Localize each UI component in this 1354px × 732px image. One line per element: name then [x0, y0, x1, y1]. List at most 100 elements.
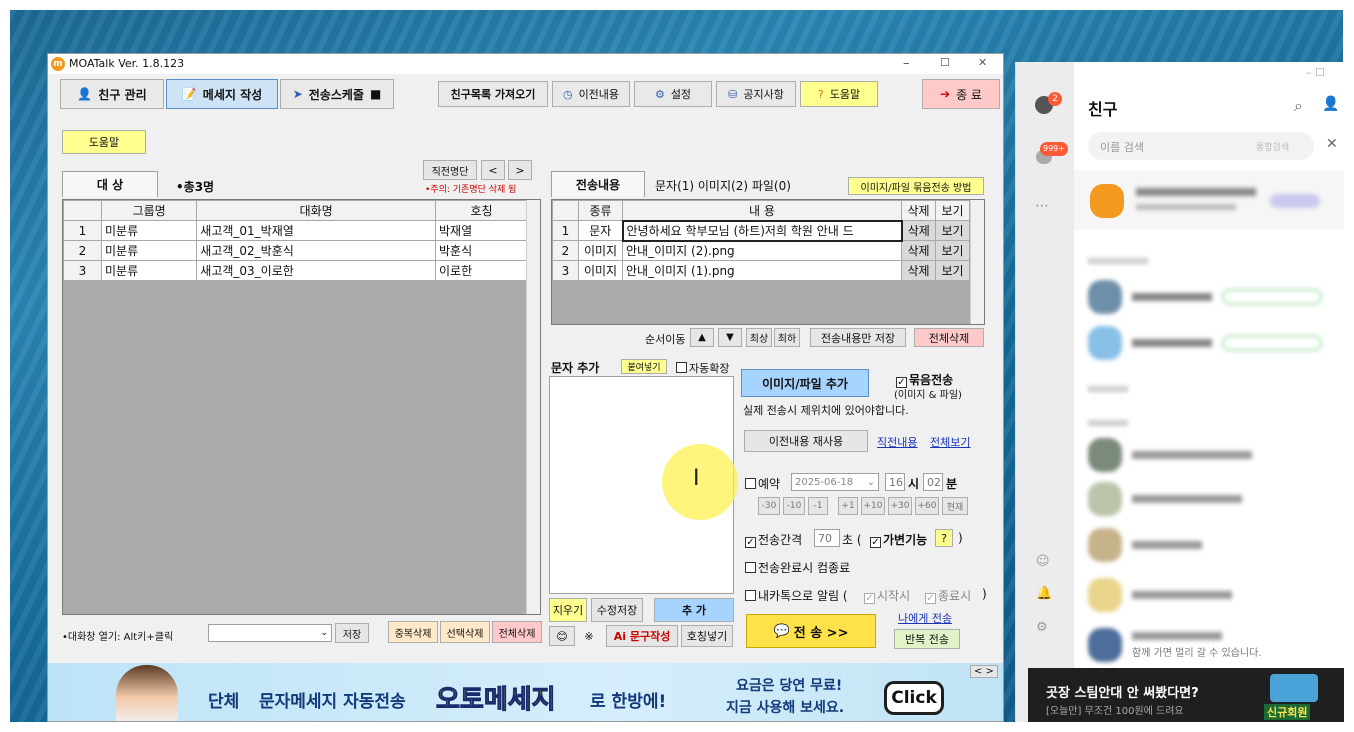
emoticon-icon[interactable]: ☺	[1036, 554, 1050, 569]
table-row[interactable]: 3 미분류 새고객_03_이로한 이로한	[63, 260, 528, 281]
offset-minus1-button[interactable]: -1	[808, 497, 828, 515]
next-arrow-button[interactable]: >	[508, 160, 532, 180]
move-bottom-button[interactable]: 최하	[774, 328, 800, 347]
minute-input[interactable]: 02	[923, 473, 943, 491]
repeat-send-button[interactable]: 반복 전송	[894, 629, 960, 649]
send-schedule-button[interactable]: ➤ 전송스케줄 ■	[280, 79, 394, 109]
offset-minus30-button[interactable]: -30	[758, 497, 780, 515]
send-to-me-link[interactable]: 나에게 전송	[898, 610, 952, 626]
friend-item[interactable]	[1088, 528, 1202, 562]
tab-counts[interactable]: 문자(1) 이미지(2) 파일(0)	[655, 177, 791, 194]
friend-item[interactable]	[1088, 280, 1322, 314]
exit-button[interactable]: ➔ 종 료	[922, 79, 1000, 109]
all-delete-button[interactable]: 전체삭제	[492, 621, 542, 643]
settings-gear-icon[interactable]: ⚙	[1036, 620, 1048, 635]
table-row[interactable]: 2 이미지 안내_이미지 (2).png 삭제 보기	[552, 240, 970, 261]
friend-item[interactable]	[1088, 578, 1232, 612]
chat-select[interactable]: ⌄	[208, 624, 332, 642]
variable-checkbox[interactable]: ✓ 가변기능	[870, 531, 927, 548]
prev-content-link[interactable]: 직전내용	[877, 434, 917, 450]
tab-target[interactable]: 대 상	[62, 171, 158, 197]
view-row-button[interactable]: 보기	[935, 240, 970, 261]
notice-button[interactable]: ⛁ 공지사항	[716, 81, 796, 107]
bundle-method-button[interactable]: 이미지/파일 묶음전송 방법	[848, 177, 984, 195]
ai-phrase-button[interactable]: Ai 문구작성	[606, 625, 678, 647]
notify-start-checkbox[interactable]: ✓ 시작시	[864, 587, 910, 604]
add-button[interactable]: 추 가	[654, 598, 734, 622]
kakao-window-controls[interactable]: – ☐	[1306, 66, 1325, 79]
move-up-button[interactable]: ▲	[690, 328, 714, 347]
close-icon[interactable]: ✕	[1326, 136, 1338, 152]
view-all-link[interactable]: 전체보기	[930, 434, 970, 450]
click-badge[interactable]: Click	[884, 681, 944, 715]
banner-nav-button[interactable]: < >	[970, 665, 998, 678]
dup-delete-button[interactable]: 중복삭제	[388, 621, 438, 643]
help-button[interactable]: 도움말	[62, 130, 146, 154]
prev-arrow-button[interactable]: <	[481, 160, 505, 180]
table-row[interactable]: 3 이미지 안내_이미지 (1).png 삭제 보기	[552, 260, 970, 281]
friend-item[interactable]	[1088, 482, 1242, 516]
my-profile-row[interactable]	[1074, 170, 1344, 230]
settings-button[interactable]: ⚙ 설정	[634, 81, 712, 107]
notify-end-checkbox[interactable]: ✓ 종료시	[925, 587, 971, 604]
offset-minus10-button[interactable]: -10	[783, 497, 805, 515]
table-row[interactable]: 1 문자 안녕하세요 학부모님 (하트)저희 학원 안내 드 삭제 보기	[552, 219, 970, 242]
delete-row-button[interactable]: 삭제	[901, 220, 936, 241]
kakao-search-bar[interactable]: 이름 검색 통합검색	[1088, 132, 1314, 160]
friend-item[interactable]	[1088, 326, 1322, 360]
column-title[interactable]: 호칭	[435, 200, 528, 221]
offset-now-button[interactable]: 현재	[942, 497, 968, 515]
sel-delete-button[interactable]: 선택삭제	[440, 621, 490, 643]
history-button[interactable]: ◷ 이전내용	[552, 81, 630, 107]
interval-input[interactable]: 70	[814, 529, 840, 547]
kakao-ad-banner[interactable]: 곳장 스팀안대 안 써봤다면? [오늘만] 무조건 100원에 드려요 신규회원	[1028, 668, 1344, 722]
column-group[interactable]: 그룹명	[100, 200, 198, 221]
offset-plus60-button[interactable]: +60	[915, 497, 939, 515]
maximize-button[interactable]: ☐	[940, 56, 950, 69]
close-button[interactable]: ✕	[978, 56, 987, 69]
edit-save-button[interactable]: 수정저장	[591, 598, 643, 622]
offset-plus1-button[interactable]: +1	[838, 497, 858, 515]
paste-button[interactable]: 붙여넣기	[621, 359, 667, 374]
view-row-button[interactable]: 보기	[935, 260, 970, 281]
date-picker[interactable]: 2025-06-18 ⌄	[791, 473, 879, 491]
column-delete[interactable]: 삭제	[901, 200, 936, 221]
delete-all-content-button[interactable]: 전체삭제	[914, 328, 984, 347]
title-insert-button[interactable]: 호칭넣기	[681, 625, 733, 647]
reserve-checkbox[interactable]: 예약	[745, 475, 780, 492]
ad-banner[interactable]: 단체 문자메세지 자동전송 오토메세지 로 한방에! 요금은 당연 무료! 지금…	[48, 663, 1003, 721]
add-friend-icon[interactable]: 👤	[1322, 96, 1339, 112]
offset-plus10-button[interactable]: +10	[861, 497, 885, 515]
help-top-button[interactable]: ? 도움말	[800, 81, 878, 107]
variable-help-button[interactable]: ?	[935, 529, 953, 547]
interval-checkbox[interactable]: ✓ 전송간격	[745, 531, 802, 548]
move-top-button[interactable]: 최상	[746, 328, 772, 347]
more-icon[interactable]: ⋯	[1035, 198, 1049, 214]
bell-icon[interactable]: 🔔	[1036, 586, 1052, 601]
clear-button[interactable]: 지우기	[549, 598, 587, 622]
friend-item[interactable]	[1088, 438, 1252, 472]
delete-row-button[interactable]: 삭제	[901, 240, 936, 261]
column-view[interactable]: 보기	[935, 200, 970, 221]
hour-input[interactable]: 16	[885, 473, 905, 491]
view-row-button[interactable]: 보기	[935, 220, 970, 241]
symbol-button[interactable]: ※	[578, 626, 600, 646]
friend-item[interactable]: 함께 가면 멀리 갈 수 있습니다.	[1088, 628, 1261, 662]
message-write-button[interactable]: 📝 메세지 작성	[166, 79, 278, 109]
prev-list-button[interactable]: 직전명단	[423, 160, 477, 180]
get-friends-button[interactable]: 친구목록 가져오기	[438, 81, 548, 107]
notify-kakao-checkbox[interactable]: 내카톡으로 알림 (	[745, 587, 848, 604]
table-row[interactable]: 1 미분류 새고객_01_박재열 박재열	[63, 220, 528, 241]
save-only-button[interactable]: 전송내용만 저장	[810, 328, 906, 347]
emoji-button[interactable]: 😊	[549, 626, 575, 646]
minimize-button[interactable]: –	[903, 56, 910, 71]
column-content[interactable]: 내 용	[622, 200, 902, 221]
column-kind[interactable]: 종류	[578, 200, 623, 221]
send-content-scrollbar[interactable]	[970, 200, 984, 324]
column-name[interactable]: 대화명	[196, 200, 436, 221]
send-button[interactable]: 💬 전 송 >>	[746, 614, 876, 648]
reuse-prev-button[interactable]: 이전내용 재사용	[744, 430, 868, 452]
move-down-button[interactable]: ▼	[718, 328, 742, 347]
search-icon[interactable]: ⌕	[1294, 96, 1303, 116]
target-list-scrollbar[interactable]	[526, 200, 540, 614]
